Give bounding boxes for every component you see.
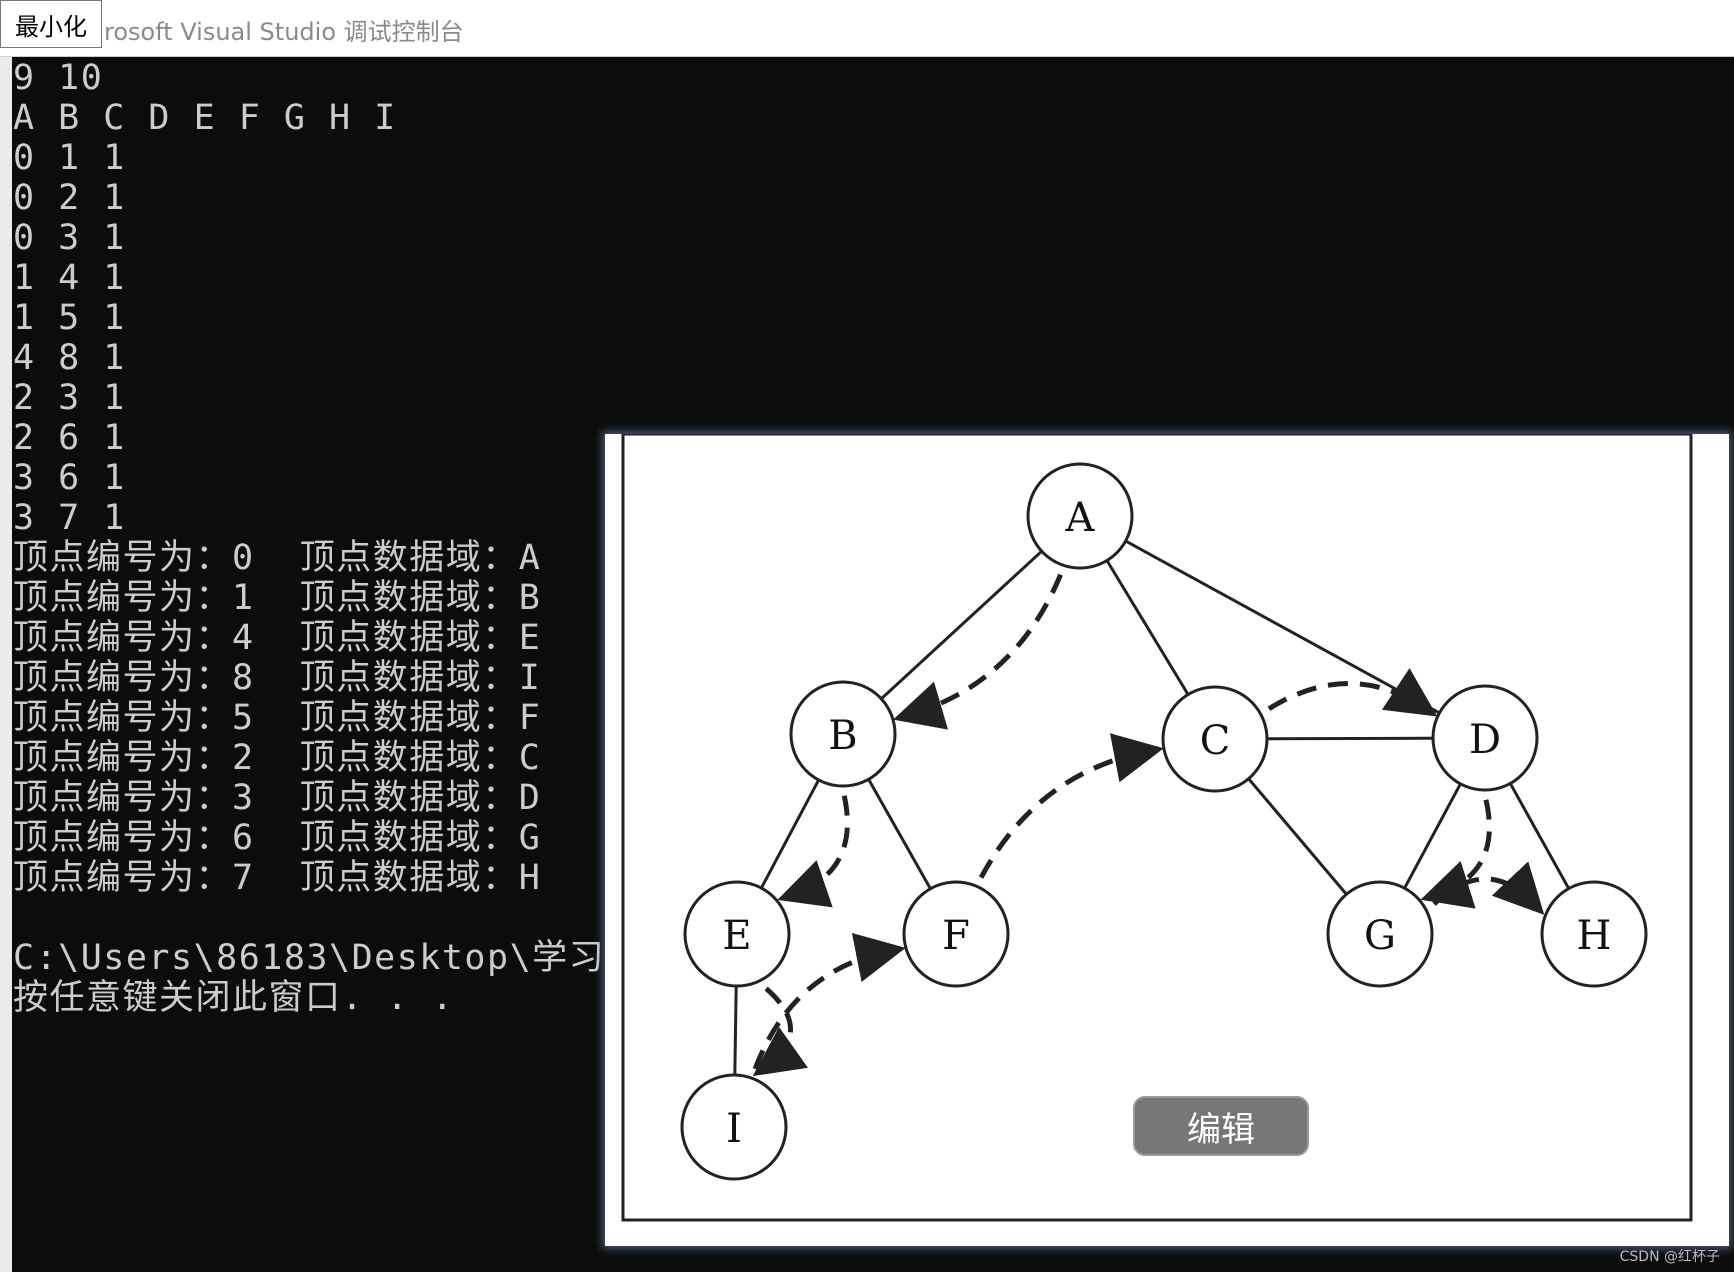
console-line: 1 4 1 [13, 258, 126, 298]
console-line: A B C D E F G H I [13, 98, 397, 138]
traversal-arrow-A-B [893, 573, 1063, 730]
console-line: 2 3 1 [13, 378, 126, 418]
graph-edge-A-D [1079, 514, 1486, 740]
window-left-edge [0, 57, 12, 1272]
graph-node-label-A: A [1065, 495, 1096, 541]
graph-node-label-C: C [1200, 718, 1231, 764]
window-title: rosoft Visual Studio 调试控制台 [104, 18, 464, 46]
console-line: 4 8 1 [13, 338, 126, 378]
watermark: CSDN @红杯子 [1619, 1249, 1720, 1265]
traversal-arrow-C-D [1267, 668, 1438, 717]
minimize-button[interactable]: 最小化 [0, 0, 102, 48]
console-line: 0 1 1 [13, 138, 126, 178]
console-line: 9 10 [13, 58, 104, 98]
edit-button[interactable]: 编辑 [1133, 1096, 1309, 1156]
graph-node-label-F: F [942, 913, 970, 959]
traversal-arrow-G-H [1432, 861, 1545, 915]
traversal-arrow-B-E [777, 795, 850, 908]
console-line: 1 5 1 [13, 298, 126, 338]
graph-node-label-G: G [1364, 913, 1396, 959]
image-preview-overlay[interactable]: A B C D E F G H I 编辑 [605, 434, 1729, 1246]
console-line: 0 2 1 [13, 178, 126, 218]
graph-node-label-B: B [828, 713, 857, 759]
console-line: 0 3 1 [13, 218, 126, 258]
graph-node-label-D: D [1469, 717, 1501, 763]
graph-node-label-I: I [726, 1106, 742, 1152]
title-bar: 最小化 rosoft Visual Studio 调试控制台 [0, 0, 1734, 57]
graph-node-label-E: E [722, 913, 751, 959]
graph-node-label-H: H [1577, 913, 1612, 959]
traversal-arrow-F-C [978, 733, 1164, 879]
